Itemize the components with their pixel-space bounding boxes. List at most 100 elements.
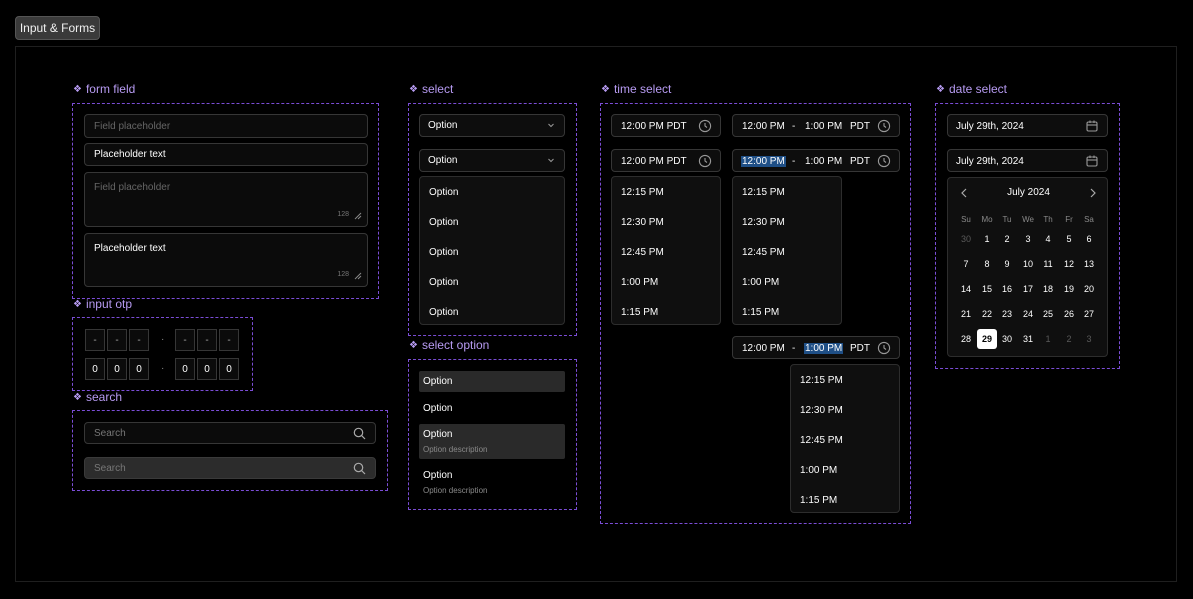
calendar-day[interactable]: 18 <box>1038 279 1058 299</box>
calendar-day[interactable]: 6 <box>1079 229 1099 249</box>
select-trigger[interactable]: Option <box>419 114 565 137</box>
otp-cell-empty[interactable]: - <box>107 329 127 351</box>
calendar-day[interactable]: 25 <box>1038 304 1058 324</box>
calendar-day[interactable]: 10 <box>1018 254 1038 274</box>
time-option[interactable]: 1:00 PM <box>742 277 779 288</box>
time-range-input[interactable]: 12:00 PM - 1:00 PM PDT <box>732 114 900 137</box>
calendar-day[interactable]: 21 <box>956 304 976 324</box>
time-range-start[interactable]: 12:00 PM <box>742 343 785 354</box>
time-option[interactable]: 12:45 PM <box>742 247 785 258</box>
select-option[interactable]: Option <box>429 277 458 288</box>
select-trigger-open[interactable]: Option <box>419 149 565 172</box>
time-option[interactable]: 12:45 PM <box>800 435 843 446</box>
option-item-highlighted[interactable]: Option <box>419 371 565 392</box>
time-option[interactable]: 1:00 PM <box>800 465 837 476</box>
form-field-title: ❖ form field <box>73 81 135 97</box>
otp-cell-empty[interactable]: - <box>197 329 217 351</box>
calendar-day[interactable]: 24 <box>1018 304 1038 324</box>
select-option[interactable]: Option <box>429 187 458 198</box>
otp-cell-empty[interactable]: - <box>219 329 239 351</box>
otp-cell-filled[interactable]: 0 <box>85 358 105 380</box>
time-option[interactable]: 1:15 PM <box>621 307 658 318</box>
calendar-day[interactable]: 1 <box>1038 329 1058 349</box>
time-option[interactable]: 12:30 PM <box>621 217 664 228</box>
calendar-day[interactable]: 23 <box>997 304 1017 324</box>
calendar-day[interactable]: 5 <box>1059 229 1079 249</box>
select-option-title: ❖ select option <box>409 337 489 353</box>
calendar-day[interactable]: 16 <box>997 279 1017 299</box>
date-input[interactable]: July 29th, 2024 <box>947 114 1108 137</box>
chevron-down-icon <box>548 158 554 163</box>
calendar-day[interactable]: 30 <box>997 329 1017 349</box>
calendar-day[interactable]: 31 <box>1018 329 1038 349</box>
otp-cell-filled[interactable]: 0 <box>197 358 217 380</box>
form-field-title-text: form field <box>85 82 136 96</box>
calendar-day[interactable]: 30 <box>956 229 976 249</box>
time-range-end[interactable]: 1:00 PM <box>804 343 844 354</box>
time-input[interactable]: 12:00 PM PDT <box>611 114 721 137</box>
calendar-day[interactable]: 8 <box>977 254 997 274</box>
time-range-input-end-open[interactable]: 12:00 PM - 1:00 PM PDT <box>732 336 900 359</box>
time-option[interactable]: 12:30 PM <box>742 217 785 228</box>
search-input-filled[interactable]: Search <box>84 457 376 479</box>
select-option[interactable]: Option <box>429 247 458 258</box>
option-item[interactable]: Option Option description <box>419 465 565 500</box>
calendar-day[interactable]: 2 <box>997 229 1017 249</box>
date-input-open[interactable]: July 29th, 2024 <box>947 149 1108 172</box>
time-option[interactable]: 1:15 PM <box>800 495 837 506</box>
time-option[interactable]: 12:30 PM <box>800 405 843 416</box>
otp-cell-filled[interactable]: 0 <box>107 358 127 380</box>
calendar-day[interactable]: 20 <box>1079 279 1099 299</box>
calendar-day[interactable]: 9 <box>997 254 1017 274</box>
calendar-day[interactable]: 14 <box>956 279 976 299</box>
time-range-start[interactable]: 12:00 PM <box>741 156 786 167</box>
text-input-empty[interactable]: Field placeholder <box>84 114 368 138</box>
select-option[interactable]: Option <box>429 307 458 318</box>
chevron-right-icon[interactable] <box>1089 188 1097 198</box>
calendar-day[interactable]: 27 <box>1079 304 1099 324</box>
textarea-empty[interactable]: Field placeholder 128 <box>84 172 368 227</box>
search-icon[interactable] <box>353 462 366 475</box>
textarea-filled[interactable]: Placeholder text 128 <box>84 233 368 287</box>
otp-cell-empty[interactable]: - <box>175 329 195 351</box>
calendar-day[interactable]: 7 <box>956 254 976 274</box>
option-item[interactable]: Option <box>419 398 565 419</box>
time-option[interactable]: 12:45 PM <box>621 247 664 258</box>
calendar-day[interactable]: 26 <box>1059 304 1079 324</box>
calendar-day-selected[interactable]: 29 <box>977 329 997 349</box>
search-icon[interactable] <box>353 427 366 440</box>
search-input[interactable]: Search <box>84 422 376 444</box>
calendar-day[interactable]: 11 <box>1038 254 1058 274</box>
time-option[interactable]: 1:15 PM <box>742 307 779 318</box>
otp-cell-empty[interactable]: - <box>85 329 105 351</box>
option-label: Option <box>423 403 453 414</box>
calendar-day[interactable]: 13 <box>1079 254 1099 274</box>
calendar-day[interactable]: 15 <box>977 279 997 299</box>
time-option[interactable]: 12:15 PM <box>742 187 785 198</box>
time-option[interactable]: 1:00 PM <box>621 277 658 288</box>
calendar-day[interactable]: 28 <box>956 329 976 349</box>
calendar-day[interactable]: 4 <box>1038 229 1058 249</box>
time-range-end[interactable]: 1:00 PM <box>805 156 842 167</box>
time-option[interactable]: 12:15 PM <box>621 187 664 198</box>
select-option[interactable]: Option <box>429 217 458 228</box>
calendar-day[interactable]: 17 <box>1018 279 1038 299</box>
otp-cell-empty[interactable]: - <box>129 329 149 351</box>
time-range-input-start-open[interactable]: 12:00 PM - 1:00 PM PDT <box>732 149 900 172</box>
option-item-highlighted[interactable]: Option Option description <box>419 424 565 459</box>
calendar-day[interactable]: 3 <box>1079 329 1099 349</box>
calendar-day[interactable]: 12 <box>1059 254 1079 274</box>
calendar-day[interactable]: 1 <box>977 229 997 249</box>
otp-cell-filled[interactable]: 0 <box>129 358 149 380</box>
resize-handle-icon[interactable] <box>354 272 362 280</box>
calendar-day[interactable]: 3 <box>1018 229 1038 249</box>
text-input-filled[interactable]: Placeholder text <box>84 143 368 166</box>
resize-handle-icon[interactable] <box>354 212 362 220</box>
calendar-day[interactable]: 22 <box>977 304 997 324</box>
otp-cell-filled[interactable]: 0 <box>175 358 195 380</box>
time-input-open[interactable]: 12:00 PM PDT <box>611 149 721 172</box>
calendar-day[interactable]: 2 <box>1059 329 1079 349</box>
calendar-day[interactable]: 19 <box>1059 279 1079 299</box>
time-option[interactable]: 12:15 PM <box>800 375 843 386</box>
otp-cell-filled[interactable]: 0 <box>219 358 239 380</box>
